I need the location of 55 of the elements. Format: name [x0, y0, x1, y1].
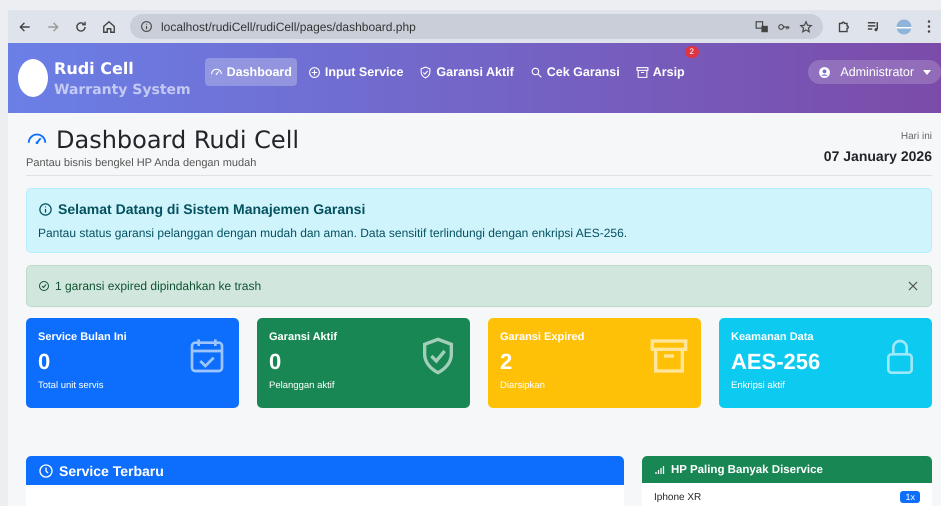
notification-badge: 2 [684, 46, 699, 58]
stat-caption: Diarsipkan [500, 380, 546, 391]
media-icon[interactable] [866, 19, 881, 34]
clock-icon [38, 462, 54, 478]
reload-icon[interactable] [74, 20, 88, 34]
stat-title: Garansi Aktif [269, 331, 338, 343]
stat-value: 0 [38, 349, 52, 375]
site-info-icon[interactable] [140, 20, 153, 33]
caret-icon [923, 70, 931, 74]
nav-link[interactable]: Arsip [630, 58, 690, 86]
stat-value: AES-256 [731, 349, 820, 375]
stat-caption: Enkripsi aktif [731, 380, 786, 391]
bar-chart-icon [654, 464, 666, 476]
alert-text: 1 garansi expired dipindahkan ke trash [55, 279, 262, 293]
device-name: Iphone XR [654, 492, 702, 502]
archive-box-icon [636, 66, 649, 78]
count-badge: 1x [900, 491, 920, 503]
user-icon [818, 66, 832, 78]
stat-caption: Total unit servis [38, 380, 104, 391]
page-title: Dashboard Rudi Cell [56, 126, 300, 154]
search-icon [530, 66, 543, 78]
stat-title: Keamanan Data [731, 331, 815, 343]
nav-link[interactable]: Dashboard [204, 58, 297, 86]
alert-text: Pantau status garansi pelanggan dengan mudah dan aman. Data sensitif terlindungi dengan enkripsi AES-256. [38, 226, 628, 240]
menu-icon[interactable] [927, 19, 931, 34]
logo [18, 59, 48, 97]
nav-link[interactable]: Garansi Aktif [414, 58, 519, 86]
page-subtitle: Pantau bisnis bengkel HP Anda dengan mudah [26, 157, 258, 169]
alert-title: Selamat Datang di Sistem Manajemen Garansi [58, 201, 366, 217]
home-icon[interactable] [102, 20, 116, 34]
date-label: Hari ini [900, 131, 932, 142]
puzzle-icon[interactable] [837, 19, 852, 34]
plus-circle-icon [308, 66, 321, 78]
panel-title: HP Paling Banyak Diservice [671, 464, 823, 476]
shield-check-icon [419, 66, 432, 78]
close-button[interactable] [906, 279, 920, 293]
stat-title: Service Bulan Ini [38, 331, 127, 343]
panel-title: Service Terbaru [59, 462, 164, 478]
star-icon[interactable] [799, 20, 813, 34]
current-date: 07 January 2026 [824, 148, 932, 164]
nav-link[interactable]: Input Service [302, 58, 408, 86]
stat-title: Garansi Expired [500, 331, 584, 343]
user-menu-button[interactable]: Administrator [808, 60, 941, 84]
info-icon [38, 202, 53, 216]
check-circle-icon [38, 280, 50, 292]
nav-link[interactable]: Cek Garansi [524, 58, 625, 86]
address-bar[interactable]: localhost/rudiCell/rudiCell/pages/dashboard.php [130, 14, 823, 39]
close-icon [906, 279, 920, 293]
stat-value: 2 [500, 349, 514, 375]
brand-name: Rudi Cell [54, 58, 135, 78]
translate-icon[interactable] [755, 20, 769, 34]
back-icon[interactable] [18, 20, 32, 34]
stat-caption: Pelanggan aktif [269, 380, 336, 391]
stat-value: 0 [269, 349, 282, 375]
brand-subtitle: Warranty System [54, 82, 191, 98]
